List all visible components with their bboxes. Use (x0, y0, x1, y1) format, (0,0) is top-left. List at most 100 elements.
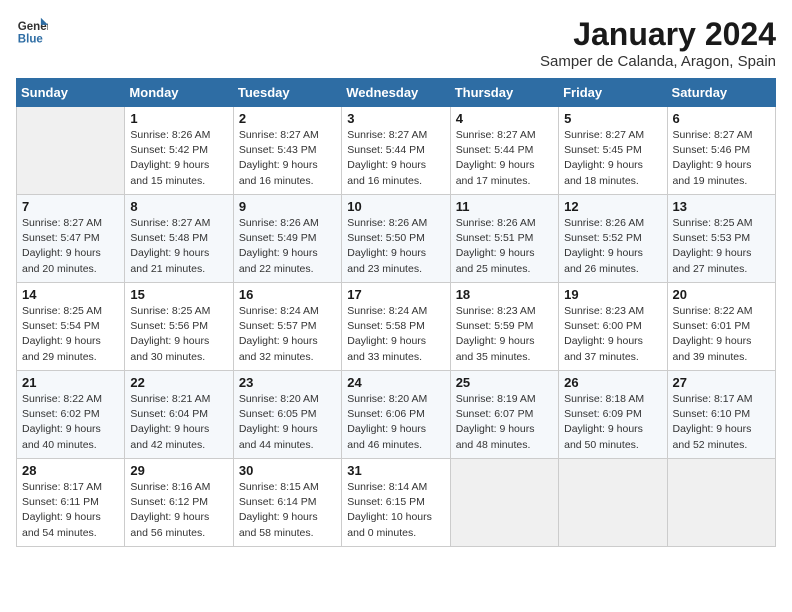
calendar-cell (450, 459, 558, 547)
logo-icon: General Blue (16, 16, 48, 48)
day-number: 16 (239, 287, 336, 302)
cell-info: Sunrise: 8:26 AMSunset: 5:42 PMDaylight:… (130, 128, 227, 189)
day-number: 17 (347, 287, 444, 302)
logo: General Blue (16, 16, 48, 48)
calendar-cell: 14 Sunrise: 8:25 AMSunset: 5:54 PMDayligh… (17, 283, 125, 371)
cell-info: Sunrise: 8:26 AMSunset: 5:49 PMDaylight:… (239, 216, 336, 277)
cell-info: Sunrise: 8:26 AMSunset: 5:50 PMDaylight:… (347, 216, 444, 277)
cell-info: Sunrise: 8:22 AMSunset: 6:02 PMDaylight:… (22, 392, 119, 453)
day-number: 20 (673, 287, 770, 302)
cell-info: Sunrise: 8:22 AMSunset: 6:01 PMDaylight:… (673, 304, 770, 365)
day-number: 29 (130, 463, 227, 478)
cell-info: Sunrise: 8:19 AMSunset: 6:07 PMDaylight:… (456, 392, 553, 453)
cell-info: Sunrise: 8:25 AMSunset: 5:53 PMDaylight:… (673, 216, 770, 277)
cell-info: Sunrise: 8:27 AMSunset: 5:46 PMDaylight:… (673, 128, 770, 189)
calendar-cell (559, 459, 667, 547)
calendar-cell: 28 Sunrise: 8:17 AMSunset: 6:11 PMDayligh… (17, 459, 125, 547)
calendar-cell: 1 Sunrise: 8:26 AMSunset: 5:42 PMDaylight… (125, 107, 233, 195)
calendar-week-row: 14 Sunrise: 8:25 AMSunset: 5:54 PMDayligh… (17, 283, 776, 371)
day-number: 3 (347, 111, 444, 126)
calendar-week-row: 21 Sunrise: 8:22 AMSunset: 6:02 PMDayligh… (17, 371, 776, 459)
cell-info: Sunrise: 8:20 AMSunset: 6:05 PMDaylight:… (239, 392, 336, 453)
cell-info: Sunrise: 8:23 AMSunset: 5:59 PMDaylight:… (456, 304, 553, 365)
day-number: 21 (22, 375, 119, 390)
day-number: 11 (456, 199, 553, 214)
day-number: 4 (456, 111, 553, 126)
calendar-cell: 15Sunrise: 8:25 AMSunset: 5:56 PMDayligh… (125, 283, 233, 371)
calendar-cell: 18 Sunrise: 8:23 AMSunset: 5:59 PMDayligh… (450, 283, 558, 371)
cell-info: Sunrise: 8:18 AMSunset: 6:09 PMDaylight:… (564, 392, 661, 453)
calendar-cell: 10 Sunrise: 8:26 AMSunset: 5:50 PMDayligh… (342, 195, 450, 283)
day-number: 30 (239, 463, 336, 478)
calendar-cell: 2 Sunrise: 8:27 AMSunset: 5:43 PMDaylight… (233, 107, 341, 195)
day-of-week-header: Saturday (667, 79, 775, 107)
page-header: General Blue January 2024 Samper de Cala… (16, 16, 776, 70)
calendar-cell (667, 459, 775, 547)
day-number: 28 (22, 463, 119, 478)
day-of-week-header: Sunday (17, 79, 125, 107)
calendar-cell: 8 Sunrise: 8:27 AMSunset: 5:48 PMDaylight… (125, 195, 233, 283)
day-number: 22 (130, 375, 227, 390)
day-of-week-header: Monday (125, 79, 233, 107)
calendar-cell: 27Sunrise: 8:17 AMSunset: 6:10 PMDayligh… (667, 371, 775, 459)
day-number: 10 (347, 199, 444, 214)
calendar-cell: 7Sunrise: 8:27 AMSunset: 5:47 PMDaylight… (17, 195, 125, 283)
day-number: 15 (130, 287, 227, 302)
day-number: 12 (564, 199, 661, 214)
calendar-cell: 23 Sunrise: 8:20 AMSunset: 6:05 PMDayligh… (233, 371, 341, 459)
day-of-week-header: Tuesday (233, 79, 341, 107)
calendar-cell: 13 Sunrise: 8:25 AMSunset: 5:53 PMDayligh… (667, 195, 775, 283)
cell-info: Sunrise: 8:27 AMSunset: 5:44 PMDaylight:… (347, 128, 444, 189)
day-number: 9 (239, 199, 336, 214)
day-of-week-header: Wednesday (342, 79, 450, 107)
cell-info: Sunrise: 8:25 AMSunset: 5:54 PMDaylight:… (22, 304, 119, 365)
cell-info: Sunrise: 8:20 AMSunset: 6:06 PMDaylight:… (347, 392, 444, 453)
cell-info: Sunrise: 8:26 AMSunset: 5:52 PMDaylight:… (564, 216, 661, 277)
calendar-cell: 16 Sunrise: 8:24 AMSunset: 5:57 PMDayligh… (233, 283, 341, 371)
day-number: 23 (239, 375, 336, 390)
day-number: 5 (564, 111, 661, 126)
title-block: January 2024 Samper de Calanda, Aragon, … (540, 16, 776, 70)
cell-info: Sunrise: 8:17 AMSunset: 6:10 PMDaylight:… (673, 392, 770, 453)
calendar-cell: 17 Sunrise: 8:24 AMSunset: 5:58 PMDayligh… (342, 283, 450, 371)
month-title: January 2024 (540, 16, 776, 53)
calendar-cell: 24 Sunrise: 8:20 AMSunset: 6:06 PMDayligh… (342, 371, 450, 459)
day-of-week-header: Friday (559, 79, 667, 107)
day-number: 6 (673, 111, 770, 126)
day-number: 2 (239, 111, 336, 126)
calendar-cell: 12 Sunrise: 8:26 AMSunset: 5:52 PMDayligh… (559, 195, 667, 283)
cell-info: Sunrise: 8:14 AMSunset: 6:15 PMDaylight:… (347, 480, 444, 541)
cell-info: Sunrise: 8:16 AMSunset: 6:12 PMDaylight:… (130, 480, 227, 541)
cell-info: Sunrise: 8:23 AMSunset: 6:00 PMDaylight:… (564, 304, 661, 365)
cell-info: Sunrise: 8:27 AMSunset: 5:44 PMDaylight:… (456, 128, 553, 189)
day-number: 25 (456, 375, 553, 390)
calendar-cell: 21 Sunrise: 8:22 AMSunset: 6:02 PMDayligh… (17, 371, 125, 459)
day-number: 14 (22, 287, 119, 302)
day-of-week-header: Thursday (450, 79, 558, 107)
cell-info: Sunrise: 8:24 AMSunset: 5:57 PMDaylight:… (239, 304, 336, 365)
calendar-week-row: 7Sunrise: 8:27 AMSunset: 5:47 PMDaylight… (17, 195, 776, 283)
calendar-cell: 6 Sunrise: 8:27 AMSunset: 5:46 PMDaylight… (667, 107, 775, 195)
day-number: 31 (347, 463, 444, 478)
cell-info: Sunrise: 8:24 AMSunset: 5:58 PMDaylight:… (347, 304, 444, 365)
day-number: 7 (22, 199, 119, 214)
day-number: 24 (347, 375, 444, 390)
calendar-header-row: SundayMondayTuesdayWednesdayThursdayFrid… (17, 79, 776, 107)
calendar-cell: 4 Sunrise: 8:27 AMSunset: 5:44 PMDaylight… (450, 107, 558, 195)
calendar-cell (17, 107, 125, 195)
day-number: 13 (673, 199, 770, 214)
calendar-cell: 30 Sunrise: 8:15 AMSunset: 6:14 PMDayligh… (233, 459, 341, 547)
calendar-cell: 26 Sunrise: 8:18 AMSunset: 6:09 PMDayligh… (559, 371, 667, 459)
calendar-cell: 29 Sunrise: 8:16 AMSunset: 6:12 PMDayligh… (125, 459, 233, 547)
day-number: 8 (130, 199, 227, 214)
day-number: 1 (130, 111, 227, 126)
cell-info: Sunrise: 8:17 AMSunset: 6:11 PMDaylight:… (22, 480, 119, 541)
day-number: 26 (564, 375, 661, 390)
day-number: 19 (564, 287, 661, 302)
cell-info: Sunrise: 8:27 AMSunset: 5:45 PMDaylight:… (564, 128, 661, 189)
calendar-cell: 31 Sunrise: 8:14 AMSunset: 6:15 PMDayligh… (342, 459, 450, 547)
day-number: 18 (456, 287, 553, 302)
cell-info: Sunrise: 8:15 AMSunset: 6:14 PMDaylight:… (239, 480, 336, 541)
cell-info: Sunrise: 8:27 AMSunset: 5:48 PMDaylight:… (130, 216, 227, 277)
cell-info: Sunrise: 8:27 AMSunset: 5:43 PMDaylight:… (239, 128, 336, 189)
